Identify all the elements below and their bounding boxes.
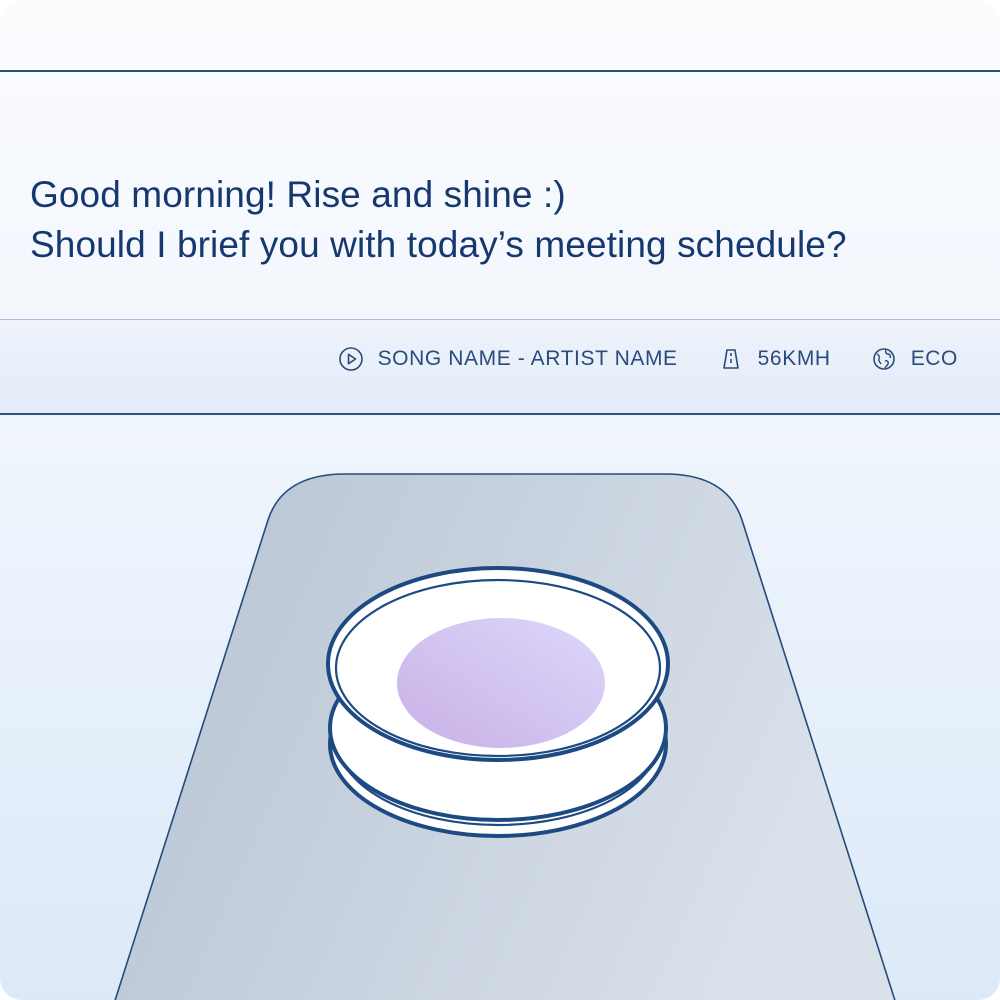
assistant-orb[interactable] [397,618,605,748]
voice-assistant-button[interactable] [326,566,670,838]
car-assistant-screen: Good morning! Rise and shine :) Should I… [0,0,1000,1000]
dashboard-scene [114,473,896,1000]
